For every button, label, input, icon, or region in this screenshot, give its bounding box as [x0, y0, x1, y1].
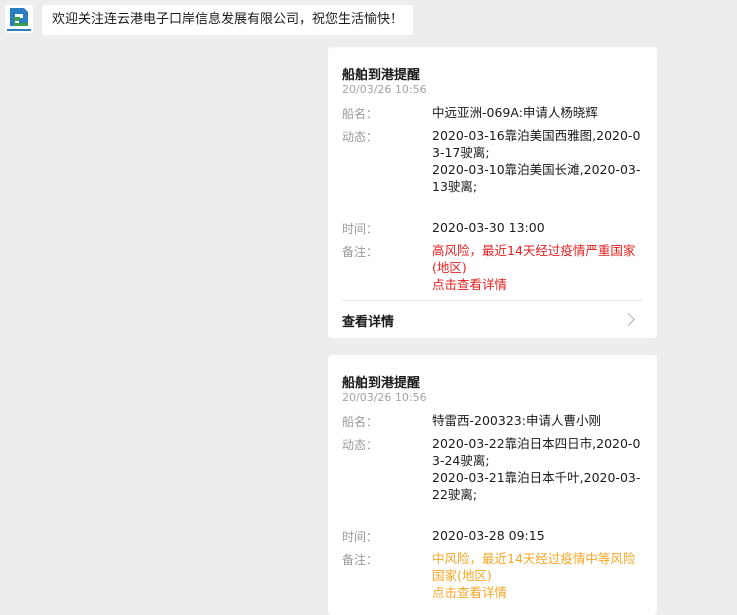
- card-title: 船舶到港提醒: [342, 68, 421, 83]
- view-details-link[interactable]: 点击查看详情: [432, 584, 644, 601]
- ship-name-value: 中远亚洲-069A:申请人杨晓辉: [432, 105, 598, 120]
- time-value: 2020-03-28 09:15: [432, 528, 545, 543]
- risk-text: 高风险，最近14天经过疫情严重国家(地区): [432, 243, 636, 275]
- card-datetime: 20/03/26 10:56: [342, 83, 427, 96]
- remark-label: 备注：: [342, 553, 379, 567]
- dynamics-line: 2020-03-10靠泊美国长滩,2020-03-13驶离;: [432, 162, 641, 194]
- dynamics-line: 2020-03-21靠泊日本千叶,2020-03-22驶离;: [432, 470, 641, 502]
- dynamics-value: 2020-03-16靠泊美国西雅图,2020-03-17驶离; 2020-03-…: [432, 127, 644, 195]
- dynamics-line: 2020-03-16靠泊美国西雅图,2020-03-17驶离;: [432, 128, 641, 160]
- dynamics-line: 2020-03-22靠泊日本四日市,2020-03-24驶离;: [432, 436, 641, 468]
- remark-label: 备注：: [342, 245, 379, 259]
- time-label: 时间：: [342, 530, 379, 544]
- avatar[interactable]: [5, 5, 33, 33]
- view-details-link[interactable]: 点击查看详情: [432, 276, 644, 293]
- view-details-button[interactable]: 查看详情: [342, 301, 643, 339]
- card-title: 船舶到港提醒: [342, 376, 421, 391]
- ship-name-value: 特雷西-200323:申请人曹小刚: [432, 413, 601, 428]
- dynamics-label: 动态：: [342, 438, 379, 452]
- view-details-label: 查看详情: [342, 315, 395, 330]
- welcome-message: 欢迎关注连云港电子口岸信息发展有限公司，祝您生活愉快！: [42, 5, 414, 35]
- company-logo-icon: [5, 5, 33, 33]
- card-datetime: 20/03/26 10:56: [342, 391, 427, 404]
- ship-arrival-card[interactable]: 船舶到港提醒 20/03/26 10:56 船名： 中远亚洲-069A:申请人杨…: [328, 47, 657, 338]
- time-label: 时间：: [342, 222, 379, 236]
- remark-value: 中风险，最近14天经过疫情中等风险国家(地区) 点击查看详情: [432, 550, 644, 601]
- dynamics-label: 动态：: [342, 130, 379, 144]
- remark-value: 高风险，最近14天经过疫情严重国家(地区) 点击查看详情: [432, 242, 644, 293]
- time-value: 2020-03-30 13:00: [432, 220, 545, 235]
- ship-name-label: 船名：: [342, 415, 379, 429]
- dynamics-value: 2020-03-22靠泊日本四日市,2020-03-24驶离; 2020-03-…: [432, 435, 644, 503]
- risk-text: 中风险，最近14天经过疫情中等风险国家(地区): [432, 551, 636, 583]
- chevron-right-icon: [622, 313, 635, 326]
- ship-arrival-card[interactable]: 船舶到港提醒 20/03/26 10:56 船名： 特雷西-200323:申请人…: [328, 355, 657, 615]
- ship-name-label: 船名：: [342, 107, 379, 121]
